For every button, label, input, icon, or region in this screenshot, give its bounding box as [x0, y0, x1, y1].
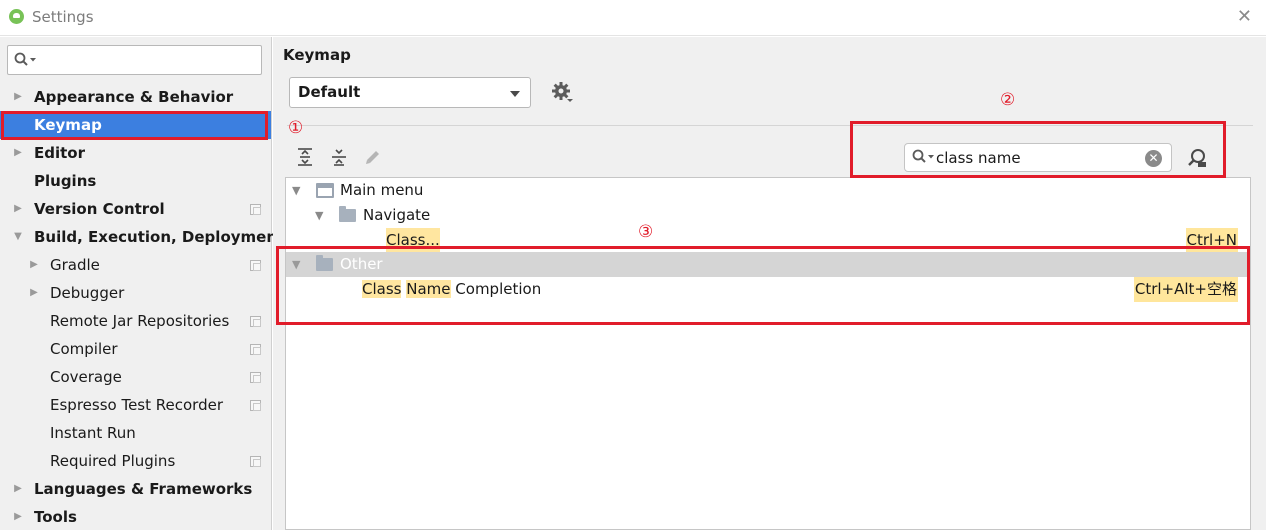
collapse-all-icon[interactable]	[329, 147, 349, 167]
window-title: Settings	[32, 8, 94, 26]
search-icon	[14, 52, 36, 66]
sidebar-item-instant-run[interactable]: Instant Run	[0, 419, 271, 447]
expand-arrow-icon[interactable]: ▶	[28, 251, 40, 279]
menu-group-icon	[316, 183, 334, 198]
keymap-actions-tree: ▼ Main menu ▼ Navigate Class... Ctrl+N ▼…	[285, 177, 1251, 530]
project-settings-icon	[250, 456, 261, 467]
sidebar-item-espresso-test-recorder[interactable]: Espresso Test Recorder	[0, 391, 271, 419]
annotation-box-search	[850, 121, 1226, 178]
chevron-down-icon	[510, 91, 520, 97]
sidebar-item-debugger[interactable]: ▶ Debugger	[0, 279, 271, 307]
keymap-scheme-dropdown[interactable]: Default	[289, 77, 531, 108]
folder-icon	[339, 206, 356, 222]
gear-icon[interactable]	[551, 81, 573, 103]
annotation-number-1: ①	[288, 118, 304, 138]
sidebar-item-plugins[interactable]: Plugins	[0, 167, 271, 195]
sidebar-item-languages-frameworks[interactable]: ▶ Languages & Frameworks	[0, 475, 271, 503]
project-settings-icon	[250, 316, 261, 327]
collapse-arrow-icon[interactable]: ▼	[292, 178, 300, 203]
project-settings-icon	[250, 344, 261, 355]
title-bar: Settings ✕	[0, 0, 1266, 36]
annotation-box-keymap	[1, 111, 268, 140]
expand-arrow-icon[interactable]: ▶	[12, 475, 24, 503]
project-settings-icon	[250, 260, 261, 271]
project-settings-icon	[250, 400, 261, 411]
sidebar-item-appearance-behavior[interactable]: ▶ Appearance & Behavior	[0, 83, 271, 111]
collapse-arrow-icon[interactable]: ▼	[12, 223, 24, 251]
sidebar-item-coverage[interactable]: Coverage	[0, 363, 271, 391]
android-studio-icon	[9, 9, 24, 24]
sidebar-item-required-plugins[interactable]: Required Plugins	[0, 447, 271, 475]
annotation-box-result	[276, 246, 1250, 325]
tree-row-navigate[interactable]: ▼ Navigate	[286, 203, 1250, 228]
collapse-arrow-icon[interactable]: ▼	[315, 203, 323, 228]
sidebar-item-build-execution-deployment[interactable]: ▼ Build, Execution, Deployment	[0, 223, 284, 251]
expand-arrow-icon[interactable]: ▶	[12, 503, 24, 530]
sidebar-item-version-control[interactable]: ▶ Version Control	[0, 195, 271, 223]
expand-arrow-icon[interactable]: ▶	[28, 279, 40, 307]
sidebar-item-editor[interactable]: ▶ Editor	[0, 139, 271, 167]
expand-all-icon[interactable]	[295, 147, 315, 167]
sidebar-item-gradle[interactable]: ▶ Gradle	[0, 251, 271, 279]
sidebar-search-input[interactable]	[7, 45, 262, 75]
annotation-number-3: ③	[638, 222, 654, 242]
project-settings-icon	[250, 372, 261, 383]
expand-arrow-icon[interactable]: ▶	[12, 195, 24, 223]
project-settings-icon	[250, 204, 261, 215]
annotation-number-2: ②	[1000, 90, 1016, 110]
edit-pencil-icon[interactable]	[363, 147, 383, 167]
keymap-scheme-value: Default	[298, 83, 361, 101]
sidebar-item-tools[interactable]: ▶ Tools	[0, 503, 271, 530]
page-title: Keymap	[283, 46, 351, 64]
sidebar-item-remote-jar-repositories[interactable]: Remote Jar Repositories	[0, 307, 271, 335]
sidebar-item-compiler[interactable]: Compiler	[0, 335, 271, 363]
expand-arrow-icon[interactable]: ▶	[12, 83, 24, 111]
settings-sidebar: ▶ Appearance & Behavior Keymap ▶ Editor …	[0, 37, 284, 530]
expand-arrow-icon[interactable]: ▶	[12, 139, 24, 167]
tree-row-main-menu[interactable]: ▼ Main menu	[286, 178, 1250, 203]
close-icon[interactable]: ✕	[1237, 8, 1252, 26]
